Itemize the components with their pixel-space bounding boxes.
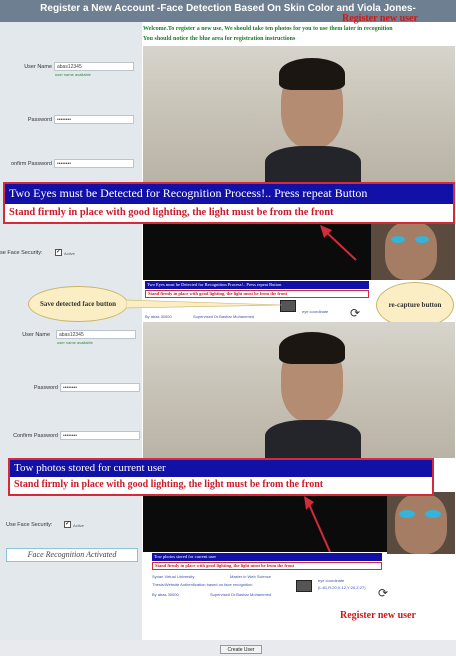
save-face-callout: Save detected face button: [28, 286, 128, 322]
small-lighting-message-bottom: Stand firmly in place with good lighting…: [152, 562, 382, 570]
username-hint-bottom: user name available: [57, 340, 93, 345]
banner-lighting-message-bottom: Stand firmly in place with good lighting…: [10, 477, 432, 494]
face-security-label: se Face Security:: [0, 250, 43, 256]
username-label-bottom: User Name: [22, 332, 50, 338]
recapture-icon-bottom[interactable]: ⟳: [378, 586, 388, 600]
register-new-user-label-top: Register new user: [342, 13, 418, 24]
banner-stored-message: Tow photos stored for current user: [10, 460, 432, 477]
confirm-password-label: onfirm Password: [11, 161, 52, 167]
confirm-password-label-bottom: Confirm Password: [13, 433, 58, 439]
register-new-user-label-bottom: Register new user: [340, 610, 416, 621]
face-security-label-bottom: Use Face Security:: [6, 522, 53, 528]
arrow-icon-bottom: [304, 496, 331, 553]
arrow-icon-top: [320, 225, 357, 261]
username-available-hint: user name available: [55, 72, 91, 77]
password-label: Password: [27, 117, 52, 123]
password-input-bottom[interactable]: ••••••••: [60, 383, 140, 392]
face-recognition-activated-label: Face Recognition Activated: [6, 548, 138, 562]
welcome-message: Welcome.To register a new use, We should…: [143, 26, 393, 32]
shirt-bottom: [265, 420, 361, 458]
author-text-bottom: By abas 30000: [152, 592, 179, 597]
username-label: User Name: [24, 64, 52, 70]
password-input[interactable]: ••••••••: [54, 115, 134, 124]
password-label-bottom: Password: [33, 385, 58, 391]
face-security-active-bottom: Active: [73, 523, 84, 528]
thumb-face-bottom: [395, 494, 447, 554]
confirm-password-input[interactable]: ••••••••: [54, 159, 134, 168]
face-security-checkbox-bottom[interactable]: ✓: [64, 521, 71, 528]
eye-coordinate-values: (L:81,R:20,X:12,Y:20,Z:27): [318, 585, 366, 590]
small-stored-message: Tow photos stored for current user: [152, 553, 382, 561]
left-eye-marker-bottom: [399, 510, 415, 518]
thumb-face: [385, 222, 437, 280]
thesis-text: Thesis/Website Authentication based on f…: [152, 582, 253, 587]
author-text: By abas 30000: [145, 314, 172, 319]
webcam-frame-top: [143, 46, 455, 182]
face-security-active-text: Active: [64, 251, 75, 256]
face-hair: [279, 58, 345, 90]
banner-eyes-message: Two Eyes must be Detected for Recognitio…: [5, 184, 453, 204]
recapture-icon[interactable]: ⟳: [350, 306, 360, 320]
save-face-icon-bottom[interactable]: [296, 580, 312, 592]
save-callout-pointer: [126, 299, 283, 309]
confirm-password-input-bottom[interactable]: ••••••••: [60, 431, 140, 440]
webcam-dark-area-bottom: [143, 496, 387, 552]
banner-lighting-message: Stand firmly in place with good lighting…: [5, 204, 453, 222]
university-text-bottom: Syrian Virtual University: [152, 574, 195, 579]
small-eyes-message: Two Eyes must be Detected for Recognitio…: [145, 281, 369, 289]
webcam-frame-bottom: [143, 322, 455, 458]
face-hair-bottom: [279, 332, 345, 364]
left-eye-marker: [391, 236, 405, 243]
right-eye-marker-bottom: [425, 510, 441, 518]
supervisor-text-bottom: Supervised Dr.Bashar Mohammed: [210, 592, 272, 597]
detected-face-thumbnail-bottom: [387, 492, 455, 554]
instruction-message: You should notice the blue area for regi…: [143, 36, 296, 42]
instruction-banner-bottom: Tow photos stored for current user Stand…: [8, 458, 434, 496]
eye-coordinate-text-bottom: eye coordinate: [318, 578, 345, 583]
detected-face-thumbnail-top: [371, 222, 455, 280]
small-status-bottom: Tow photos stored for current user Stand…: [150, 552, 386, 606]
supervisor-text: Supervised Dr.Bashar Mohammed: [193, 314, 255, 319]
master-text-bottom: Master in Web Science: [230, 574, 272, 579]
create-user-button[interactable]: Create User: [220, 645, 262, 654]
eye-coordinate-text-top: eye coordinate: [302, 309, 329, 314]
username-input[interactable]: abas12345: [54, 62, 134, 71]
shirt: [265, 146, 361, 182]
face-security-checkbox[interactable]: ✓: [55, 249, 62, 256]
right-eye-marker: [415, 236, 429, 243]
instruction-banner-top: Two Eyes must be Detected for Recognitio…: [3, 182, 455, 224]
username-input-bottom[interactable]: abas12345: [56, 330, 136, 339]
